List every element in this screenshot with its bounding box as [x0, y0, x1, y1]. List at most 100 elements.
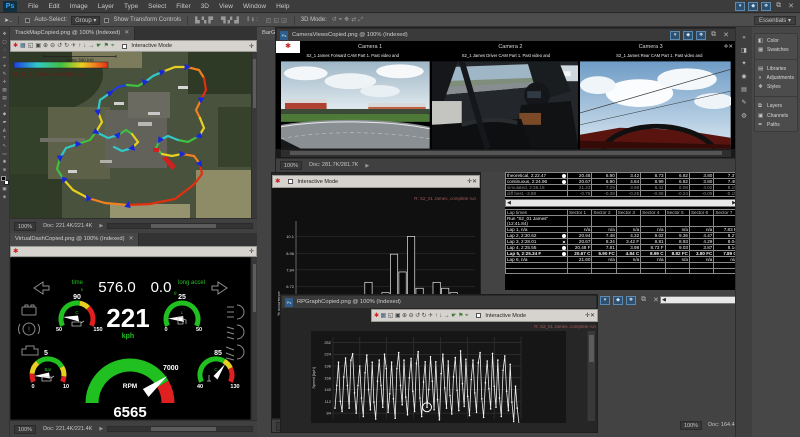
tool-icon-4[interactable]: ⌖	[3, 62, 6, 70]
node-c-icon[interactable]: ⌖	[111, 41, 114, 51]
marker-icon[interactable]: ✱	[276, 41, 300, 53]
table-row[interactable]: diff best, -3.88-0.75-0.39-0.25-0.08-0.2…	[506, 191, 739, 197]
zoom-readout[interactable]: 100%	[680, 421, 702, 430]
pan-icon[interactable]: ✈	[428, 311, 433, 321]
node-c-icon[interactable]: ⌖	[465, 311, 468, 321]
background-h-scrollbar[interactable]: ◀▶	[660, 296, 745, 304]
screen-button[interactable]: ❖	[696, 31, 706, 40]
close-icon[interactable]: ✕	[124, 27, 129, 40]
tool-icon-16[interactable]: ✱	[3, 158, 7, 166]
workspace-switcher[interactable]: Essentials ▾	[754, 16, 796, 25]
zoom-out-icon[interactable]: ⊖	[409, 311, 414, 321]
status-popup-icon[interactable]: ▶	[365, 163, 369, 169]
interactive-mode-checkbox[interactable]	[476, 313, 481, 318]
history-icon[interactable]: ◨	[741, 47, 747, 54]
character-icon[interactable]: ▤	[741, 86, 747, 93]
tool-icon-8[interactable]: ▤	[2, 94, 6, 102]
dock-item-styles[interactable]: ❖Styles	[755, 82, 797, 91]
align-icon[interactable]: ▙	[194, 18, 201, 24]
properties-icon[interactable]: ✦	[741, 60, 746, 67]
zoom-in-icon[interactable]: ⊕	[43, 41, 48, 51]
show-transform-checkbox[interactable]	[104, 18, 109, 23]
mode3d-icon[interactable]: ⤢	[357, 17, 364, 23]
rotate-left-icon[interactable]: ↺	[57, 41, 62, 51]
lap-marker[interactable]	[562, 240, 566, 244]
tool-icon-6[interactable]: ✛	[3, 78, 7, 86]
group-dropdown[interactable]: Group ▾	[71, 16, 100, 25]
virtualdash-tab[interactable]: VirtualDashCopied.png @ 100% (Indexed)✕	[10, 233, 139, 246]
menu-select[interactable]: Select	[143, 3, 171, 10]
doc-zoom-button[interactable]: ◆	[613, 296, 623, 305]
rotate-right-icon[interactable]: ↻	[64, 41, 69, 51]
rotate-right-icon[interactable]: ↻	[422, 311, 427, 321]
app-screen-button[interactable]: ❖	[761, 2, 771, 11]
cursor-next-icon[interactable]: →	[444, 311, 450, 321]
rpgraph-title-bar[interactable]: Ps RPGraphCopied.png @ 100% (Indexed)	[281, 295, 597, 308]
actions-icon[interactable]: ✎	[741, 99, 746, 106]
app-restore-icon[interactable]: ⧉	[774, 2, 783, 10]
lap-marker[interactable]	[562, 246, 566, 250]
cursor-up-icon[interactable]: ↑	[435, 311, 438, 321]
foreground-background-colors[interactable]	[1, 176, 9, 185]
marker-icon[interactable]: ✱	[13, 247, 18, 257]
virtualdash-v-scrollbar[interactable]	[251, 257, 257, 420]
dock-item-layers[interactable]: ⧉Layers	[755, 101, 797, 111]
cameras-h-scrollbar[interactable]	[281, 150, 731, 157]
zoom-out-icon[interactable]: ⊖	[50, 41, 55, 51]
cursor-up-icon[interactable]: ↑	[78, 41, 81, 51]
menu-filter[interactable]: Filter	[171, 3, 195, 10]
tool-icon-1[interactable]: ▢	[2, 38, 6, 46]
marker-icon[interactable]: ✱	[13, 41, 18, 51]
zoom-in-icon[interactable]: ⊕	[402, 311, 407, 321]
cursor-down-icon[interactable]: ↓	[439, 311, 442, 321]
menu-type[interactable]: Type	[119, 3, 143, 10]
move-tool-icon[interactable]: ➤⌄	[4, 17, 12, 24]
tool-icon-13[interactable]: T	[3, 134, 6, 142]
app-minimize-button[interactable]: ▾	[735, 2, 745, 11]
doc-screen-button[interactable]: ❖	[626, 296, 636, 305]
screen-mode-icon[interactable]: ◈	[3, 193, 6, 201]
tool-icon-0[interactable]: ✥	[3, 30, 7, 38]
auto-select-checkbox[interactable]	[25, 18, 30, 23]
menu-layer[interactable]: Layer	[93, 3, 119, 10]
tool-icon-10[interactable]: ◆	[3, 110, 6, 118]
restore-icon[interactable]: ⧉	[709, 31, 718, 39]
lap-marker[interactable]	[562, 234, 566, 238]
doc-minimize-button[interactable]: ▾	[600, 296, 610, 305]
zoom-readout[interactable]: 100%	[14, 425, 36, 434]
interactive-mode-checkbox[interactable]	[288, 179, 293, 184]
tool-icon-9[interactable]: ◑	[3, 102, 6, 110]
zoom-button[interactable]: ◆	[683, 31, 693, 40]
tool-icon-17[interactable]: ⊕	[3, 166, 7, 174]
lap-marker[interactable]	[562, 174, 566, 178]
align-icon[interactable]: ◲	[280, 18, 288, 24]
dock-window-icon[interactable]: ✛✕	[467, 178, 477, 185]
menu-window[interactable]: Window	[238, 3, 271, 10]
node-b-icon[interactable]: ⚑	[104, 41, 109, 51]
app-close-icon[interactable]: ✕	[786, 2, 796, 10]
collapse-panels-icon[interactable]: «	[742, 35, 745, 41]
dock-item-swatches[interactable]: ▦Swatches	[755, 45, 797, 54]
zoom-extent-icon[interactable]: ▣	[395, 311, 401, 321]
dock-item-adjustments[interactable]: ◑Adjustments	[755, 73, 797, 82]
menu-edit[interactable]: Edit	[43, 3, 64, 10]
status-popup-icon[interactable]: ▶	[99, 223, 103, 229]
dock-item-channels[interactable]: ▣Channels	[755, 111, 797, 120]
map-icon[interactable]: ▦	[381, 311, 387, 321]
align-icon[interactable]: ▜	[220, 18, 227, 24]
table-h-scrollbar[interactable]: ◀▶	[505, 199, 738, 207]
tool-icon-11[interactable]: ▰	[3, 118, 6, 126]
marker-icon[interactable]: ✱	[374, 311, 379, 321]
dock-item-paths[interactable]: ✒Paths	[755, 120, 797, 129]
rpgraph-v-scrollbar[interactable]	[587, 331, 595, 421]
zoom-window-icon[interactable]: ◱	[388, 311, 394, 321]
zoom-extent-icon[interactable]: ▣	[35, 41, 41, 51]
quick-mask-icon[interactable]: ▣	[2, 185, 6, 193]
cameras-title-bar[interactable]: Ps CameraViewsCopied.png @ 100% (Indexed…	[276, 28, 736, 41]
interactive-mode-checkbox[interactable]	[122, 44, 127, 49]
tool-icon-7[interactable]: ▧	[2, 86, 6, 94]
cursor-down-icon[interactable]: ↓	[83, 41, 86, 51]
lap-times-table[interactable]: Lap timesSector 1Sector 2Sector 3Sector …	[505, 209, 739, 274]
tool-icon-3[interactable]: ✂	[3, 54, 7, 62]
tool-icon-5[interactable]: ✎	[3, 70, 7, 78]
